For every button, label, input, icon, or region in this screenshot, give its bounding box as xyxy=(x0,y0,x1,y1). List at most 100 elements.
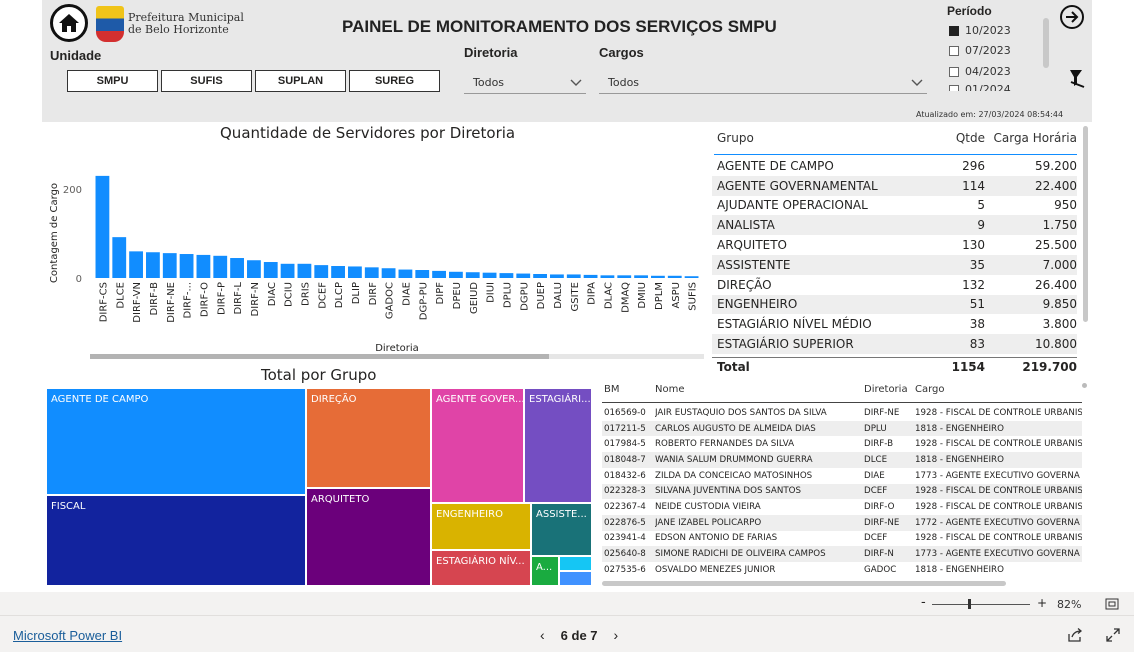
bar-chart-scroll-thumb[interactable] xyxy=(90,354,549,359)
bar[interactable] xyxy=(550,274,564,278)
bm-table-row[interactable]: 023941-4 EDSON ANTONIO DE FARIAS DCEF 1928 … xyxy=(602,530,1082,547)
bar[interactable] xyxy=(331,266,345,278)
bar[interactable] xyxy=(280,263,295,278)
bar[interactable] xyxy=(465,272,480,278)
fit-to-page-icon[interactable] xyxy=(1105,598,1119,610)
unidade-button-sureg[interactable]: SUREG xyxy=(349,70,440,92)
treemap-cell[interactable]: A... xyxy=(531,556,559,586)
treemap-cell[interactable] xyxy=(559,571,592,586)
bar[interactable] xyxy=(297,263,312,278)
bm-table-row[interactable]: 018048-7 WANIA SALUM DRUMMOND GUERRA DLCE 1… xyxy=(602,452,1082,468)
grupo-table-row[interactable]: AGENTE GOVERNAMENTAL 114 22.400 xyxy=(712,175,1077,196)
bar[interactable] xyxy=(449,271,463,278)
bar[interactable] xyxy=(196,254,211,278)
header-grupo[interactable]: Grupo xyxy=(717,131,754,145)
bar[interactable] xyxy=(213,255,228,278)
bm-table-row[interactable]: 017211-5 CARLOS AUGUSTO DE ALMEIDA DIAS DP… xyxy=(602,420,1082,437)
bar[interactable] xyxy=(583,274,598,278)
bar[interactable] xyxy=(263,262,278,278)
bm-table-row[interactable]: 022876-5 JANE IZABEL POLICARPO DIRF-NE 1772… xyxy=(602,514,1082,531)
bar[interactable] xyxy=(129,251,143,278)
treemap-cell[interactable]: ESTAGIÁRI... xyxy=(524,388,592,503)
bm-table-row[interactable]: 018432-6 ZILDA DA CONCEICAO MATOSINHOS DIA… xyxy=(602,467,1082,484)
diretoria-dropdown[interactable]: Todos xyxy=(464,72,586,94)
grupo-table-row[interactable]: DIREÇÃO 132 26.400 xyxy=(712,274,1077,295)
periodo-item[interactable]: 01/2024 xyxy=(949,83,1011,91)
bm-table-hscrollbar[interactable] xyxy=(602,581,1006,586)
bar[interactable] xyxy=(179,254,194,278)
bar[interactable] xyxy=(162,253,177,278)
home-button[interactable] xyxy=(50,4,88,42)
treemap-cell[interactable] xyxy=(559,556,592,571)
bm-table-row[interactable]: 027535-6 OSVALDO MENEZES JUNIOR GADOC 1818 … xyxy=(602,562,1082,578)
prev-page-button[interactable]: ‹ xyxy=(540,627,545,643)
bar[interactable] xyxy=(398,269,413,278)
bar[interactable] xyxy=(600,275,615,278)
treemap-cell[interactable]: FISCAL xyxy=(46,495,306,586)
clear-filter-icon[interactable] xyxy=(1068,68,1086,88)
bar[interactable] xyxy=(415,270,430,278)
header-qtde[interactable]: Qtde xyxy=(956,131,985,145)
bar[interactable] xyxy=(348,266,362,278)
bar[interactable] xyxy=(381,268,396,278)
zoom-slider-thumb[interactable] xyxy=(968,599,971,609)
bar[interactable] xyxy=(634,275,648,278)
bar[interactable] xyxy=(566,274,581,278)
grupo-table-row[interactable]: ANALISTA 9 1.750 xyxy=(712,215,1077,236)
treemap-cell[interactable]: AGENTE DE CAMPO xyxy=(46,388,306,495)
bar[interactable] xyxy=(230,258,244,278)
grupo-table-row[interactable]: ESTAGIÁRIO SUPERIOR 83 10.800 xyxy=(712,334,1077,354)
cargos-dropdown[interactable]: Todos xyxy=(599,72,927,94)
next-page-button[interactable] xyxy=(1060,5,1084,29)
bar[interactable] xyxy=(95,175,110,278)
treemap-cell[interactable]: ARQUITETO xyxy=(306,488,431,586)
bar[interactable] xyxy=(247,260,261,278)
bm-table-scroll-dot[interactable] xyxy=(1082,383,1087,388)
unidade-button-sufis[interactable]: SUFIS xyxy=(161,70,252,92)
bar[interactable] xyxy=(482,272,497,278)
bm-table-row[interactable]: 016569-0 JAIR EUSTAQUIO DOS SANTOS DA SIL… xyxy=(602,405,1082,421)
bar[interactable] xyxy=(146,252,160,278)
bar[interactable] xyxy=(432,270,446,278)
bar[interactable] xyxy=(684,276,699,278)
fullscreen-icon[interactable] xyxy=(1106,628,1120,642)
bar[interactable] xyxy=(651,275,665,278)
treemap-cell[interactable]: ENGENHEIRO xyxy=(431,503,531,550)
bar[interactable] xyxy=(499,273,514,278)
header-carga-horaria[interactable]: Carga Horária xyxy=(993,131,1077,145)
bar[interactable] xyxy=(667,275,682,278)
bar[interactable] xyxy=(617,275,632,278)
bar[interactable] xyxy=(112,237,127,278)
header-diretoria[interactable]: Diretoria xyxy=(864,384,908,395)
header-bm[interactable]: BM xyxy=(604,384,620,395)
periodo-item[interactable]: 07/2023 xyxy=(949,44,1011,57)
bar-chart[interactable]: 0 200Contagem de Cargo DIRF-CS DLCE DIRF-VN D… xyxy=(42,145,707,360)
bar[interactable] xyxy=(314,265,329,278)
periodo-item[interactable]: 10/2023 xyxy=(949,24,1011,37)
bar[interactable] xyxy=(516,273,531,278)
treemap-cell[interactable]: ASSISTE... xyxy=(531,503,592,556)
bm-table-row[interactable]: 017984-5 ROBERTO FERNANDES DA SILVA DIRF-B… xyxy=(602,436,1082,453)
bm-table-row[interactable]: 022367-4 NEIDE CUSTODIA VIEIRA DIRF-O 1928 … xyxy=(602,499,1082,515)
share-icon[interactable] xyxy=(1067,628,1083,642)
periodo-item[interactable]: 04/2023 xyxy=(949,65,1011,78)
grupo-table-row[interactable]: AGENTE DE CAMPO 296 59.200 xyxy=(712,156,1077,176)
zoom-slider[interactable] xyxy=(932,604,1030,605)
zoom-out-button[interactable]: - xyxy=(921,595,926,610)
grupo-table-row[interactable]: ESTAGIÁRIO NÍVEL MÉDIO 38 3.800 xyxy=(712,314,1077,335)
header-cargo[interactable]: Cargo xyxy=(915,384,945,395)
unidade-button-suplan[interactable]: SUPLAN xyxy=(255,70,346,92)
unidade-button-smpu[interactable]: SMPU xyxy=(67,70,158,92)
grupo-table-row[interactable]: ENGENHEIRO 51 9.850 xyxy=(712,294,1077,315)
zoom-in-button[interactable]: + xyxy=(1037,596,1047,610)
header-nome[interactable]: Nome xyxy=(655,384,685,395)
bm-table-row[interactable]: 025640-8 SIMONE RADICHI DE OLIVEIRA CAMPO… xyxy=(602,546,1082,562)
grupo-table-row[interactable]: ARQUITETO 130 25.500 xyxy=(712,235,1077,255)
treemap[interactable]: AGENTE DE CAMPO FISCAL DIREÇÃO ARQUITETO… xyxy=(46,388,592,586)
bar[interactable] xyxy=(364,267,379,278)
bar[interactable] xyxy=(533,274,547,278)
periodo-scrollbar[interactable] xyxy=(1043,18,1049,68)
treemap-cell[interactable]: ESTAGIÁRIO NÍV... xyxy=(431,550,531,586)
treemap-cell[interactable]: DIREÇÃO xyxy=(306,388,431,488)
grupo-table-scrollbar[interactable] xyxy=(1083,126,1088,322)
